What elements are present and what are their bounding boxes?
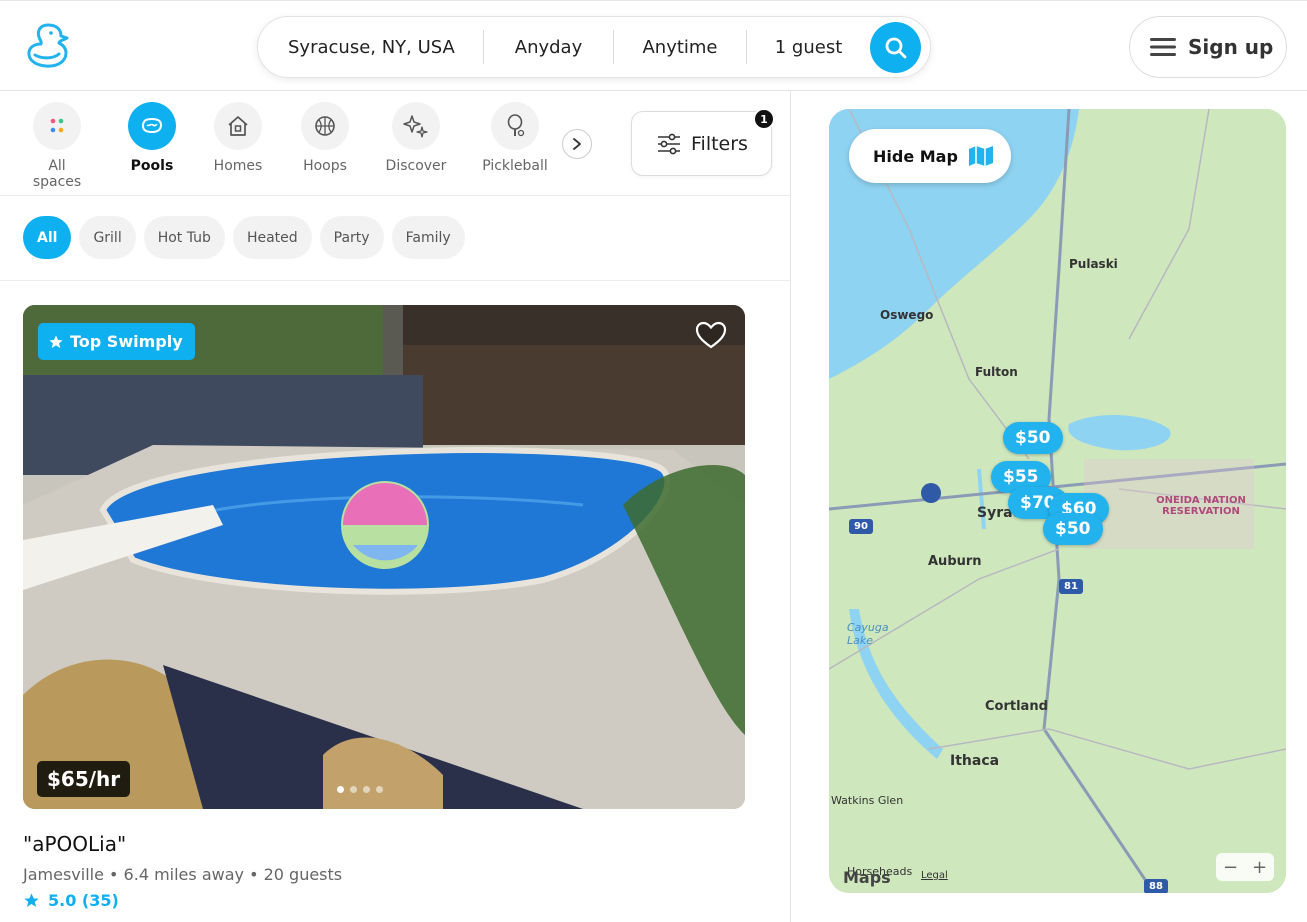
interstate-81-shield: 81: [1059, 579, 1083, 594]
map-label-ithaca: Ithaca: [950, 753, 1000, 769]
pool-photo: [23, 305, 745, 809]
chip-party[interactable]: Party: [319, 216, 384, 259]
map-label-fulton: Fulton: [975, 365, 1018, 379]
pagination-dot[interactable]: [337, 786, 344, 793]
signup-label: Sign up: [1188, 35, 1274, 59]
category-pickleball[interactable]: Pickleball: [480, 102, 550, 174]
maps-brand: Maps: [843, 868, 891, 887]
time-field[interactable]: Anytime: [614, 17, 746, 77]
heart-icon: [695, 321, 727, 349]
filters-label: Filters: [691, 132, 748, 155]
chip-hot-tub[interactable]: Hot Tub: [143, 216, 225, 259]
map-label-watkins-glen: Watkins Glen: [831, 794, 904, 807]
category-label: Homes: [213, 158, 263, 174]
hamburger-icon: [1150, 38, 1176, 56]
map-label-pulaski: Pulaski: [1069, 257, 1118, 271]
location-field[interactable]: Syracuse, NY, USA: [258, 17, 483, 77]
rating-value: 5.0 (35): [48, 891, 119, 910]
hide-map-label: Hide Map: [873, 146, 958, 166]
category-all-spaces[interactable]: All spaces: [22, 102, 92, 190]
map-panel[interactable]: Hide Map Pulaski Oswego Fulton Syracuse …: [829, 109, 1286, 893]
map-price-pin[interactable]: $50: [1043, 513, 1103, 545]
chevron-right-icon: [573, 138, 581, 150]
guests-field[interactable]: 1 guest: [747, 17, 870, 77]
pagination-dot[interactable]: [350, 786, 357, 793]
zoom-in-button[interactable]: +: [1252, 857, 1267, 878]
dots-icon: [33, 102, 81, 150]
category-label: All spaces: [32, 158, 82, 190]
category-label: Pools: [130, 158, 174, 174]
divider: [0, 280, 790, 281]
search-button[interactable]: [870, 22, 921, 73]
map-legal-link[interactable]: Legal: [921, 870, 948, 881]
chip-heated[interactable]: Heated: [232, 216, 312, 259]
map-zoom-controls: − +: [1216, 853, 1274, 881]
chip-all[interactable]: All: [23, 216, 72, 259]
map-label-oswego: Oswego: [880, 308, 934, 322]
sliders-icon: [658, 133, 680, 154]
filter-count-badge: 1: [753, 108, 775, 130]
listing-photo[interactable]: Top Swimply $65/hr: [23, 305, 745, 809]
filters-button[interactable]: Filters 1: [631, 108, 775, 176]
star-icon: [24, 893, 39, 907]
listing-title[interactable]: "aPOOLia": [23, 832, 126, 856]
sparkle-icon: [392, 102, 440, 150]
category-pools[interactable]: Pools: [125, 102, 179, 174]
pagination-dot[interactable]: [363, 786, 370, 793]
amenity-chips: All Grill Hot Tub Heated Party Family: [23, 216, 465, 259]
top-header: Syracuse, NY, USA Anyday Anytime 1 guest…: [0, 0, 1307, 91]
home-icon: [214, 102, 262, 150]
chip-family[interactable]: Family: [391, 216, 465, 259]
divider: [0, 195, 790, 196]
swimply-duck-logo[interactable]: [26, 21, 70, 73]
category-hoops[interactable]: Hoops: [298, 102, 352, 174]
interstate-90-shield: 90: [849, 519, 873, 534]
zoom-out-button[interactable]: −: [1223, 857, 1238, 878]
map-label-oneida: ONEIDA NATION RESERVATION: [1156, 495, 1246, 517]
price-tag: $65/hr: [37, 761, 131, 797]
basketball-icon: [301, 102, 349, 150]
map-price-pin[interactable]: $50: [1003, 422, 1063, 454]
search-icon: [885, 37, 906, 58]
star-icon: [49, 334, 63, 348]
pool-icon: [128, 102, 176, 150]
listing-meta: Jamesville • 6.4 miles away • 20 guests: [23, 865, 343, 884]
category-label: Hoops: [303, 158, 347, 174]
hide-map-button[interactable]: Hide Map: [849, 129, 1011, 183]
chip-grill[interactable]: Grill: [79, 216, 136, 259]
interstate-88-shield: 88: [1144, 879, 1168, 893]
map-icon: [968, 146, 993, 166]
badge-label: Top Swimply: [70, 332, 183, 351]
signup-menu-button[interactable]: Sign up: [1129, 16, 1287, 78]
favorite-button[interactable]: [695, 321, 727, 353]
pagination-dot[interactable]: [376, 786, 383, 793]
pane-divider: [790, 91, 791, 922]
category-next-button[interactable]: [562, 129, 592, 159]
category-discover[interactable]: Discover: [384, 102, 448, 174]
category-label: Discover: [385, 158, 447, 174]
top-swimply-badge: Top Swimply: [38, 323, 195, 360]
pickleball-icon: [491, 102, 539, 150]
listing-rating: 5.0 (35): [23, 891, 119, 910]
category-label: Pickleball: [482, 158, 548, 174]
photo-pagination[interactable]: [337, 786, 383, 793]
date-field[interactable]: Anyday: [484, 17, 613, 77]
map-label-cayuga: Cayuga Lake: [847, 621, 889, 647]
search-bar[interactable]: Syracuse, NY, USA Anyday Anytime 1 guest: [257, 16, 931, 78]
map-label-cortland: Cortland: [985, 699, 1048, 714]
map-label-auburn: Auburn: [928, 554, 982, 569]
category-homes[interactable]: Homes: [211, 102, 265, 174]
